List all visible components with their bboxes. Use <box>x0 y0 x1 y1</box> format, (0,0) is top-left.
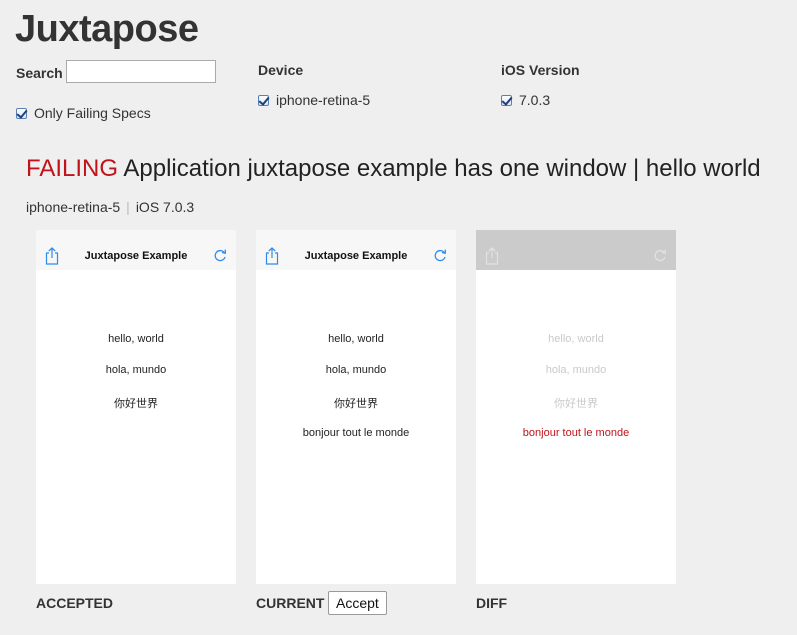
screen-nav-title: Juxtapose Example <box>84 250 188 262</box>
only-failing-specs-toggle[interactable]: Only Failing Specs <box>16 105 151 121</box>
device-heading: Device <box>258 62 304 78</box>
diff-caption: DIFF <box>476 595 508 611</box>
screen-text-line: hola, mundo <box>545 364 607 376</box>
current-screenshot: Juxtapose Example hello, world hola, mun… <box>256 230 456 584</box>
only-failing-label: Only Failing Specs <box>34 105 151 121</box>
refresh-icon <box>214 249 226 262</box>
search-label: Search <box>16 65 63 81</box>
screen-text-line: 你好世界 <box>554 398 598 410</box>
device-option-label: iphone-retina-5 <box>276 92 371 108</box>
current-caption: CURRENT <box>256 595 325 611</box>
spec-name: Application juxtapose example has one wi… <box>123 155 761 182</box>
share-icon <box>485 247 499 265</box>
device-checkbox[interactable] <box>258 94 269 106</box>
screen-text-line: bonjour tout le monde <box>302 427 410 439</box>
accepted-caption: ACCEPTED <box>36 595 114 611</box>
screen-navbar: Juxtapose Example <box>36 230 236 270</box>
diff-screenshot: hello, world hola, mundo 你好世界 bonjour to… <box>476 230 676 584</box>
accepted-screenshot: Juxtapose Example hello, world hola, mun… <box>36 230 236 584</box>
screen-text-line: hello, world <box>328 333 384 345</box>
screen-navbar <box>476 230 676 270</box>
screen-navbar: Juxtapose Example <box>256 230 456 270</box>
meta-separator: | <box>126 199 130 215</box>
screen-text-line: hello, world <box>548 333 604 345</box>
device-filter-option[interactable]: iphone-retina-5 <box>258 92 370 108</box>
ios-version-heading: iOS Version <box>501 62 580 78</box>
spec-ios: iOS 7.0.3 <box>135 199 195 215</box>
search-input[interactable] <box>66 60 216 83</box>
screen-text-line: 你好世界 <box>114 398 158 410</box>
ios-checkbox[interactable] <box>501 94 512 106</box>
ios-filter-option[interactable]: 7.0.3 <box>501 92 550 108</box>
only-failing-checkbox[interactable] <box>16 107 27 119</box>
accept-button[interactable]: Accept <box>328 591 387 615</box>
screen-text-line: hello, world <box>108 333 164 345</box>
screen-text-line: hola, mundo <box>105 364 167 376</box>
diff-changed-line: bonjour tout le monde <box>522 427 630 439</box>
app-title: Juxtapose <box>15 8 199 50</box>
spec-meta: iphone-retina-5 | iOS 7.0.3 <box>26 199 194 215</box>
refresh-icon <box>434 249 446 262</box>
screen-text-line: hola, mundo <box>325 364 387 376</box>
spec-title: FAILING Application juxtapose example ha… <box>26 155 761 183</box>
spec-device: iphone-retina-5 <box>26 199 121 215</box>
ios-option-label: 7.0.3 <box>519 92 551 108</box>
screen-text-line: 你好世界 <box>334 398 378 410</box>
screen-nav-title: Juxtapose Example <box>304 250 408 262</box>
spec-status: FAILING <box>26 155 119 182</box>
refresh-icon <box>654 249 666 262</box>
